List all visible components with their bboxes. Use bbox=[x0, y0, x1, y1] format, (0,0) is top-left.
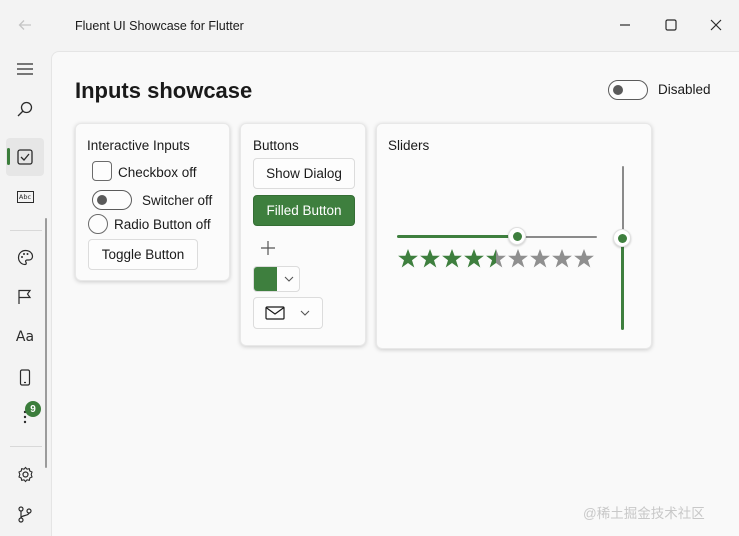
search-icon bbox=[17, 101, 33, 117]
mail-icon-wrapper bbox=[262, 298, 288, 328]
toggle-knob bbox=[613, 84, 623, 95]
text-box-icon: Abc bbox=[16, 191, 34, 203]
nav-scrollbar[interactable] bbox=[45, 218, 47, 468]
nav-search-button[interactable] bbox=[6, 90, 44, 128]
nav-item-typography[interactable]: Aa bbox=[6, 318, 44, 356]
nav-item-colors[interactable] bbox=[6, 238, 44, 276]
close-icon bbox=[710, 19, 722, 31]
nav-separator bbox=[10, 230, 42, 231]
toggle-knob bbox=[97, 194, 107, 205]
color-picker-dropdown[interactable] bbox=[253, 266, 300, 292]
rating-star[interactable] bbox=[486, 249, 506, 268]
navigation-rail: Abc Aa 9 bbox=[0, 50, 50, 536]
flag-icon bbox=[18, 289, 32, 304]
app-title: Fluent UI Showcase for Flutter bbox=[75, 19, 244, 33]
radio-button-label: Radio Button off bbox=[114, 217, 211, 232]
rating-star[interactable] bbox=[442, 249, 462, 268]
checkbox-label: Checkbox off bbox=[118, 165, 197, 180]
text-box-icon-label: Abc bbox=[18, 193, 32, 201]
notification-badge: 9 bbox=[25, 401, 41, 417]
disabled-toggle-label: Disabled bbox=[658, 82, 711, 97]
back-arrow-icon bbox=[18, 20, 31, 30]
interactive-inputs-card: Interactive Inputs Checkbox off Switcher… bbox=[75, 123, 230, 281]
disabled-toggle[interactable] bbox=[608, 80, 648, 100]
rating-star[interactable] bbox=[574, 249, 594, 268]
close-button[interactable] bbox=[693, 8, 739, 42]
rating-star[interactable] bbox=[530, 249, 550, 268]
sliders-card: Sliders bbox=[376, 123, 652, 349]
switcher-label: Switcher off bbox=[142, 193, 213, 208]
nav-item-inputs[interactable] bbox=[6, 138, 44, 176]
switcher-toggle[interactable] bbox=[92, 190, 132, 210]
title-bar: Fluent UI Showcase for Flutter bbox=[0, 0, 739, 50]
mail-icon bbox=[265, 306, 285, 320]
filled-button[interactable]: Filled Button bbox=[253, 195, 355, 226]
vertical-slider-filled-rail bbox=[621, 238, 624, 330]
toggle-button[interactable]: Toggle Button bbox=[88, 239, 198, 270]
color-swatch bbox=[254, 267, 277, 291]
rating-star[interactable] bbox=[464, 249, 484, 268]
card-title: Interactive Inputs bbox=[87, 138, 190, 153]
card-title: Buttons bbox=[253, 138, 299, 153]
menu-icon bbox=[17, 63, 33, 75]
chevron-down-icon bbox=[300, 310, 310, 316]
back-button[interactable] bbox=[10, 10, 40, 40]
add-button[interactable] bbox=[256, 236, 280, 260]
maximize-button[interactable] bbox=[648, 8, 694, 42]
horizontal-slider-filled-rail bbox=[397, 235, 517, 238]
nav-item-flags[interactable] bbox=[6, 278, 44, 316]
nav-item-settings[interactable] bbox=[6, 455, 44, 493]
source-control-icon bbox=[18, 505, 32, 523]
checkbox-icon bbox=[17, 149, 33, 165]
chevron-down-icon bbox=[284, 276, 294, 282]
checkbox[interactable] bbox=[92, 161, 112, 181]
minimize-icon bbox=[620, 24, 630, 26]
card-title: Sliders bbox=[388, 138, 430, 153]
nav-item-forms[interactable]: Abc bbox=[6, 178, 44, 216]
palette-icon bbox=[17, 249, 33, 265]
buttons-card: Buttons Show Dialog Filled Button bbox=[240, 123, 366, 346]
typography-icon: Aa bbox=[15, 329, 35, 345]
rating-star[interactable] bbox=[398, 249, 418, 268]
horizontal-slider-rail[interactable] bbox=[517, 236, 597, 238]
vertical-slider-rail[interactable] bbox=[622, 166, 624, 238]
nav-menu-button[interactable] bbox=[6, 50, 44, 88]
nav-selection-indicator bbox=[7, 148, 10, 165]
horizontal-slider-thumb[interactable] bbox=[508, 227, 526, 245]
watermark: @稀土掘金技术社区 bbox=[583, 506, 705, 521]
nav-item-source[interactable] bbox=[6, 495, 44, 533]
rating-star[interactable] bbox=[420, 249, 440, 268]
rating-stars bbox=[398, 249, 594, 268]
maximize-icon bbox=[665, 19, 677, 31]
vertical-slider-thumb[interactable] bbox=[613, 229, 631, 247]
dropdown-arrow bbox=[279, 267, 299, 291]
settings-icon bbox=[17, 466, 33, 482]
rating-star[interactable] bbox=[552, 249, 572, 268]
mobile-icon bbox=[19, 368, 31, 386]
show-dialog-button[interactable]: Show Dialog bbox=[253, 158, 355, 189]
page-title: Inputs showcase bbox=[75, 78, 253, 103]
nav-item-mobile[interactable] bbox=[6, 358, 44, 396]
radio-button[interactable] bbox=[88, 214, 108, 234]
minimize-button[interactable] bbox=[602, 8, 648, 42]
mail-dropdown-button[interactable] bbox=[253, 297, 323, 329]
dropdown-arrow bbox=[294, 298, 316, 328]
rating-star[interactable] bbox=[508, 249, 528, 268]
rating-bar[interactable] bbox=[397, 248, 597, 270]
plus-icon bbox=[261, 241, 275, 255]
nav-separator-footer bbox=[10, 446, 42, 447]
